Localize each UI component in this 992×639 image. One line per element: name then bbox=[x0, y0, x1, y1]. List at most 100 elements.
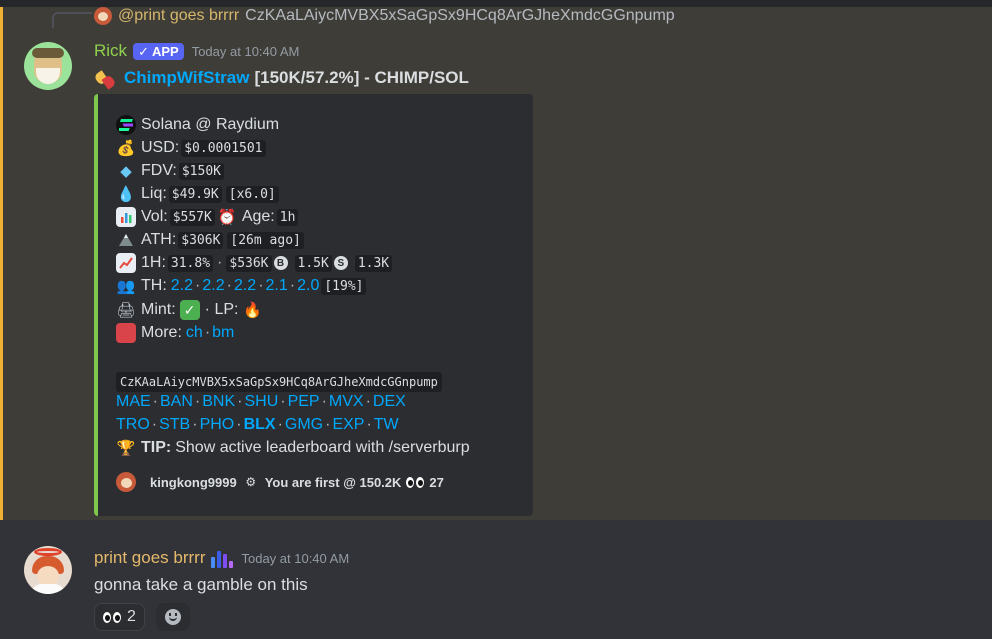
money-bag-icon: 💰 bbox=[116, 140, 136, 157]
more-label: More: bbox=[141, 324, 182, 341]
h1-line: 1H: 31.8% · $536K B 1.5K S 1.3K bbox=[116, 252, 394, 274]
reply-connector bbox=[52, 12, 92, 28]
timestamp[interactable]: Today at 10:40 AM bbox=[192, 44, 300, 59]
h1-sells: 1.3K bbox=[354, 254, 393, 272]
link-bm[interactable]: bm bbox=[212, 324, 234, 342]
pill-icon bbox=[94, 68, 118, 88]
bar-chart-icon bbox=[116, 207, 136, 227]
th-label: TH: bbox=[141, 277, 167, 294]
links-row-2: TRO · STB · PHO · BLX · GMG · EXP · TW bbox=[116, 416, 399, 434]
more-line: More: ch · bm bbox=[116, 322, 234, 344]
mint-label: Mint: bbox=[141, 301, 176, 318]
avatar-rick[interactable] bbox=[24, 42, 72, 90]
link-pho[interactable]: PHO bbox=[200, 416, 235, 434]
vol-value: $557K bbox=[169, 208, 215, 226]
role-bars-icon bbox=[211, 548, 234, 568]
h1-label: 1H: bbox=[141, 254, 166, 271]
link-tw[interactable]: TW bbox=[374, 416, 399, 434]
reply-text[interactable]: CzKAaLAiycMVBX5xSaGpSx9HCq8ArGJheXmdcGGn… bbox=[245, 7, 675, 25]
users-icon: 👥 bbox=[116, 278, 136, 295]
add-reaction-button[interactable] bbox=[156, 603, 190, 631]
h1-percent: 31.8% bbox=[167, 254, 214, 272]
th-line: 👥 TH: 2.2 · 2.2 · 2.2 · 2.1 · 2.0 [19%] bbox=[116, 275, 368, 297]
vol-label: Vol: bbox=[141, 208, 168, 225]
liq-line: 💧 Liq: $49.9K [x6.0] bbox=[116, 183, 281, 205]
link-gmg[interactable]: GMG bbox=[285, 416, 323, 434]
usd-line: 💰 USD: $0.0001501 bbox=[116, 137, 268, 159]
th-total: [19%] bbox=[321, 277, 367, 295]
reply-preview[interactable]: @print goes brrrr CzKAaLAiycMVBX5xSaGpSx… bbox=[94, 4, 675, 28]
footer-text: You are first @ 150.2K bbox=[264, 474, 402, 490]
reaction-count: 2 bbox=[127, 608, 136, 625]
footer-avatar bbox=[116, 472, 136, 492]
footer-count: 27 bbox=[429, 474, 444, 490]
eyes-icon bbox=[406, 476, 425, 488]
mint-line: 🖨 Mint: ✓ · LP: 🔥 bbox=[116, 299, 267, 321]
link-mvx[interactable]: MVX bbox=[329, 393, 364, 411]
app-badge-label: APP bbox=[151, 43, 179, 59]
th-link-3[interactable]: 2.2 bbox=[234, 277, 256, 295]
chain-text: Solana @ Raydium bbox=[141, 116, 280, 133]
link-ch[interactable]: ch bbox=[186, 324, 203, 342]
links-row-1: MAE · BAN · BNK · SHU · PEP · MVX · DEX bbox=[116, 393, 406, 411]
link-tro[interactable]: TRO bbox=[116, 416, 150, 434]
eyes-reaction[interactable]: 2 bbox=[94, 603, 145, 631]
link-exp[interactable]: EXP bbox=[332, 416, 364, 434]
gear-icon: ⚙ bbox=[245, 475, 257, 489]
th-link-1[interactable]: 2.2 bbox=[171, 277, 193, 295]
token-link[interactable]: ChimpWifStraw bbox=[124, 68, 249, 88]
liq-label: Liq: bbox=[141, 185, 167, 202]
link-ban[interactable]: BAN bbox=[160, 393, 193, 411]
timestamp-2[interactable]: Today at 10:40 AM bbox=[241, 551, 349, 566]
link-bnk[interactable]: BNK bbox=[202, 393, 235, 411]
fire-icon: 🔥 bbox=[243, 302, 262, 319]
th-link-2[interactable]: 2.2 bbox=[202, 277, 224, 295]
h1-volume: $536K bbox=[226, 254, 272, 272]
toolbox-icon bbox=[116, 323, 136, 343]
ath-ago: [26m ago] bbox=[227, 231, 304, 249]
trend-up-icon bbox=[116, 253, 136, 273]
printer-icon: 🖨 bbox=[116, 302, 136, 319]
link-dex[interactable]: DEX bbox=[373, 393, 406, 411]
avatar-print-goes-brrrr[interactable] bbox=[24, 546, 72, 594]
token-embed: Solana @ Raydium 💰 USD: $0.0001501 ◆ FDV… bbox=[94, 94, 533, 516]
chain-line: Solana @ Raydium bbox=[116, 114, 279, 136]
alert-title: ChimpWifStraw [150K/57.2%] - CHIMP/SOL bbox=[94, 66, 469, 90]
lp-label: · LP: bbox=[204, 301, 239, 318]
link-blx[interactable]: BLX bbox=[244, 416, 276, 434]
age-label: Age: bbox=[241, 208, 275, 225]
h1-buys: 1.5K bbox=[294, 254, 332, 272]
th-link-4[interactable]: 2.1 bbox=[266, 277, 288, 295]
tip-text: Show active leaderboard with /serverburp bbox=[175, 439, 470, 456]
ath-value: $306K bbox=[178, 231, 224, 249]
link-stb[interactable]: STB bbox=[159, 416, 190, 434]
check-mark-icon: ✓ bbox=[179, 300, 200, 320]
check-icon: ✓ bbox=[138, 43, 149, 59]
contract-address[interactable]: CzKAaLAiycMVBX5xSaGpSx9HCq8ArGJheXmdcGGn… bbox=[116, 372, 442, 392]
clock-icon: ⏰ bbox=[217, 209, 237, 226]
footer-username: kingkong9999 bbox=[150, 474, 237, 490]
liq-multiplier: [x6.0] bbox=[225, 185, 279, 203]
fdv-line: ◆ FDV: $150K bbox=[116, 160, 226, 182]
th-link-5[interactable]: 2.0 bbox=[297, 277, 319, 295]
smiley-icon bbox=[165, 609, 181, 625]
tip-line: 🏆 TIP: Show active leaderboard with /ser… bbox=[116, 437, 470, 459]
usd-label: USD: bbox=[141, 139, 180, 156]
message-header-2: print goes brrrr Today at 10:40 AM bbox=[94, 546, 349, 570]
link-pep[interactable]: PEP bbox=[288, 393, 320, 411]
buy-b-icon: B bbox=[273, 256, 288, 270]
ath-label: ATH: bbox=[141, 231, 177, 248]
tip-label: TIP: bbox=[141, 439, 172, 456]
h1-separator: · bbox=[217, 254, 223, 271]
reply-avatar[interactable] bbox=[94, 7, 112, 25]
droplets-icon: 💧 bbox=[116, 186, 136, 203]
reply-username[interactable]: @print goes brrrr bbox=[118, 7, 239, 25]
username-rick[interactable]: Rick bbox=[94, 41, 127, 61]
link-shu[interactable]: SHU bbox=[244, 393, 278, 411]
link-mae[interactable]: MAE bbox=[116, 393, 151, 411]
message-header: Rick ✓ APP Today at 10:40 AM bbox=[94, 40, 299, 62]
username-print-goes-brrrr[interactable]: print goes brrrr bbox=[94, 548, 205, 568]
age-value: 1h bbox=[276, 208, 299, 226]
eyes-icon bbox=[103, 611, 121, 623]
fdv-label: FDV: bbox=[141, 162, 177, 179]
